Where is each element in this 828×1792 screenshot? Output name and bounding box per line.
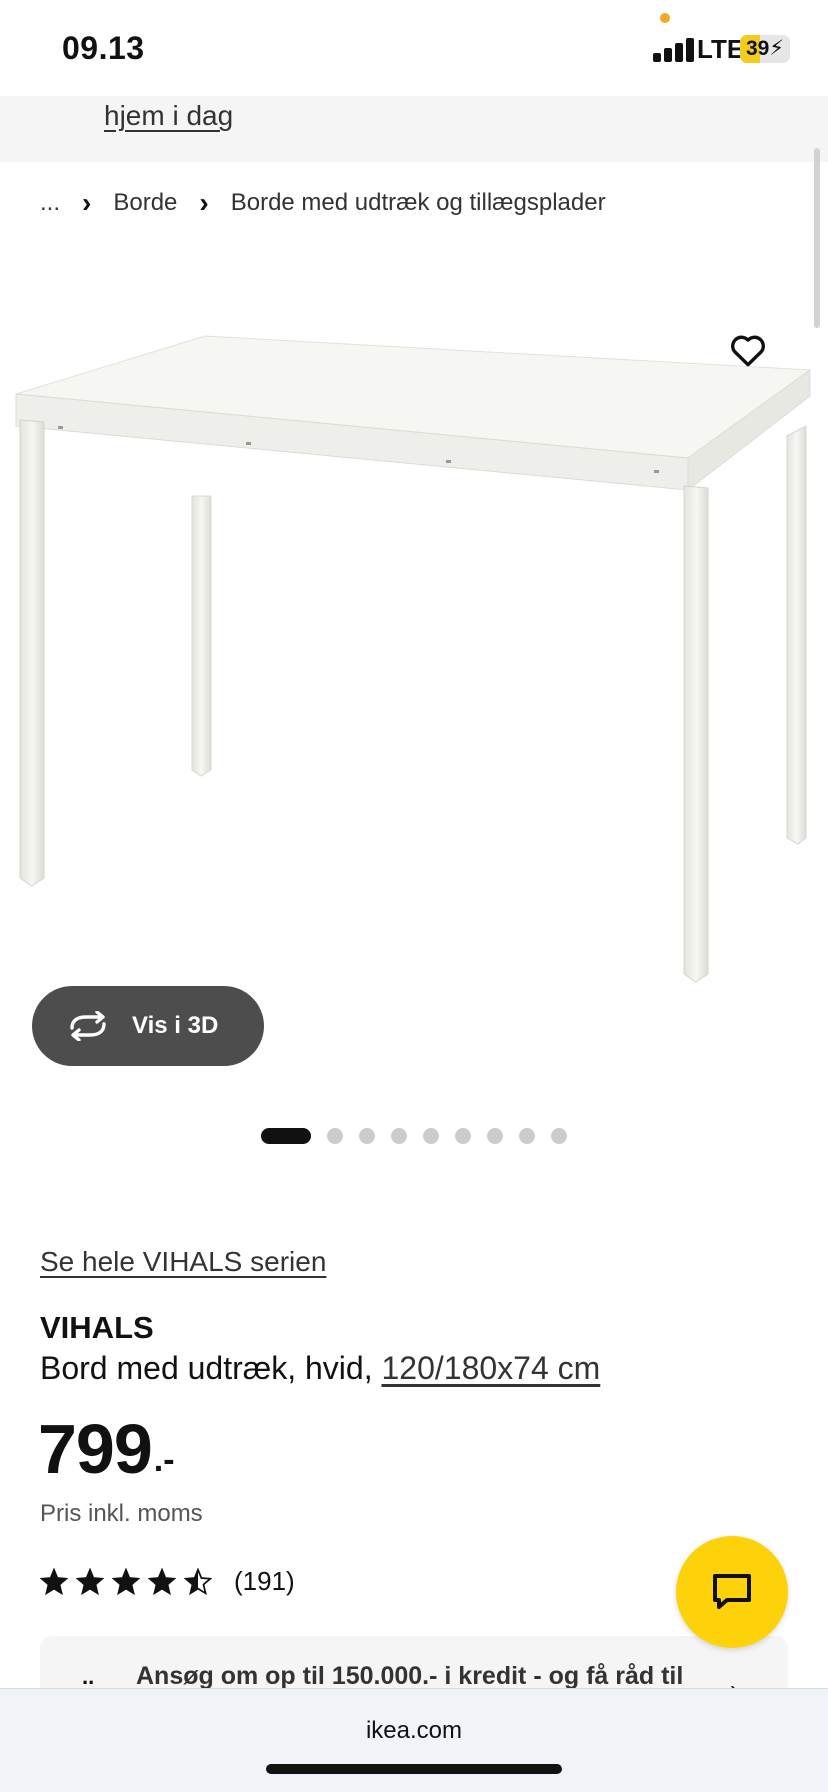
star-icon	[112, 1567, 140, 1595]
breadcrumb: ... › Borde › Borde med udtræk og tillæg…	[40, 186, 606, 220]
carousel-dot[interactable]	[551, 1128, 567, 1144]
carousel-dot[interactable]	[455, 1128, 471, 1144]
browser-url[interactable]: ikea.com	[0, 1717, 828, 1745]
carousel-dot[interactable]	[359, 1128, 375, 1144]
battery-icon: 39⚡	[740, 35, 790, 63]
credit-offer-text: Ansøg om op til 150.000.- i kredit - og …	[136, 1662, 684, 1690]
product-image[interactable]	[0, 240, 828, 1010]
status-time: 09.13	[62, 30, 145, 66]
favorite-button[interactable]	[724, 326, 772, 374]
carousel-dot[interactable]	[519, 1128, 535, 1144]
price-amount: 799	[38, 1410, 153, 1488]
credit-icon: ..	[82, 1664, 95, 1689]
battery-percent: 39⚡	[745, 37, 785, 60]
rating-summary[interactable]: (191)	[40, 1566, 295, 1597]
carousel-dot[interactable]	[391, 1128, 407, 1144]
carousel-dot[interactable]	[261, 1128, 311, 1144]
star-icon	[40, 1567, 68, 1595]
privacy-indicator-dot	[660, 13, 670, 23]
breadcrumb-item-more[interactable]: ...	[40, 189, 60, 217]
product-description: Bord med udtræk, hvid, 120/180x74 cm	[40, 1350, 600, 1387]
breadcrumb-item-current[interactable]: Borde med udtræk og tillægsplader	[231, 189, 606, 217]
browser-address-bar[interactable]: ikea.com	[0, 1688, 828, 1792]
view-in-3d-label: Vis i 3D	[132, 1012, 219, 1039]
review-count: (191)	[234, 1566, 295, 1596]
home-indicator[interactable]	[266, 1764, 562, 1774]
product-dimensions-link[interactable]: 120/180x74 cm	[381, 1350, 600, 1386]
top-banner: hjem i dag	[0, 96, 828, 162]
rating-stars	[40, 1567, 220, 1596]
rotate-3d-icon	[70, 1011, 106, 1041]
star-icon	[184, 1567, 212, 1595]
product-type-text: Bord med udtræk, hvid,	[40, 1350, 373, 1386]
carousel-dot[interactable]	[423, 1128, 439, 1144]
chevron-right-icon: ›	[82, 187, 92, 218]
network-type: LTE	[697, 34, 745, 64]
status-bar: 09.13 LTE 39⚡	[0, 0, 828, 96]
series-link[interactable]: Se hele VIHALS serien	[40, 1246, 326, 1278]
image-carousel-indicator	[261, 1128, 583, 1144]
heart-icon	[731, 335, 765, 367]
product-name: VIHALS	[40, 1310, 154, 1345]
chat-button[interactable]	[676, 1536, 788, 1648]
banner-link[interactable]: hjem i dag	[104, 100, 233, 132]
carousel-dot[interactable]	[487, 1128, 503, 1144]
breadcrumb-item-borde[interactable]: Borde	[113, 189, 177, 217]
star-icon	[148, 1567, 176, 1595]
chevron-right-icon: ›	[199, 187, 209, 218]
star-icon	[76, 1567, 104, 1595]
price-note: Pris inkl. moms	[40, 1500, 203, 1527]
product-price: 799 .-	[38, 1414, 175, 1484]
view-in-3d-button[interactable]: Vis i 3D	[32, 986, 264, 1066]
carousel-dot[interactable]	[327, 1128, 343, 1144]
price-suffix: .-	[153, 1441, 175, 1479]
chat-bubble-icon	[713, 1574, 751, 1609]
